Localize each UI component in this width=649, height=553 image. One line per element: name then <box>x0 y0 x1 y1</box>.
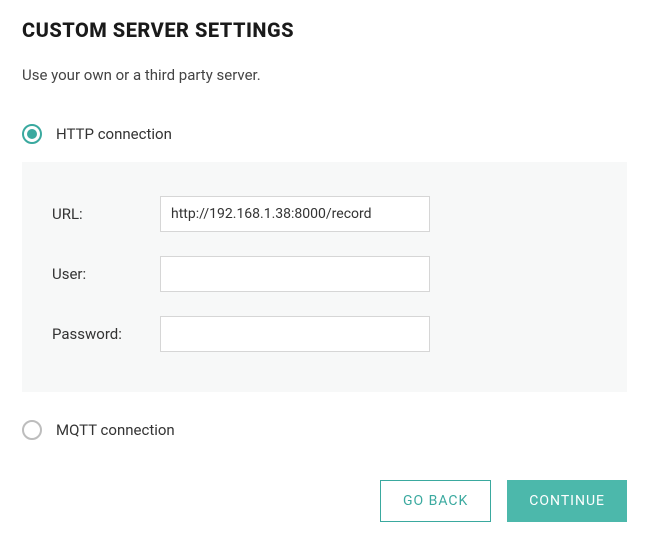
page-subtitle: Use your own or a third party server. <box>22 66 627 84</box>
page-title: CUSTOM SERVER SETTINGS <box>22 18 627 42</box>
http-connection-option[interactable]: HTTP connection <box>22 124 627 144</box>
password-label: Password: <box>52 325 160 343</box>
url-input[interactable] <box>160 196 430 232</box>
user-input[interactable] <box>160 256 430 292</box>
radio-unselected-icon <box>22 420 42 440</box>
user-field-row: User: <box>52 256 597 292</box>
user-label: User: <box>52 265 160 283</box>
http-option-label: HTTP connection <box>56 125 172 143</box>
button-row: GO BACK CONTINUE <box>22 480 627 522</box>
password-field-row: Password: <box>52 316 597 352</box>
radio-selected-icon <box>22 124 42 144</box>
password-input[interactable] <box>160 316 430 352</box>
url-label: URL: <box>52 205 160 223</box>
go-back-button[interactable]: GO BACK <box>380 480 491 522</box>
url-field-row: URL: <box>52 196 597 232</box>
continue-button[interactable]: CONTINUE <box>507 480 627 522</box>
mqtt-connection-option[interactable]: MQTT connection <box>22 420 627 440</box>
http-settings-panel: URL: User: Password: <box>22 162 627 392</box>
mqtt-option-label: MQTT connection <box>56 421 175 439</box>
